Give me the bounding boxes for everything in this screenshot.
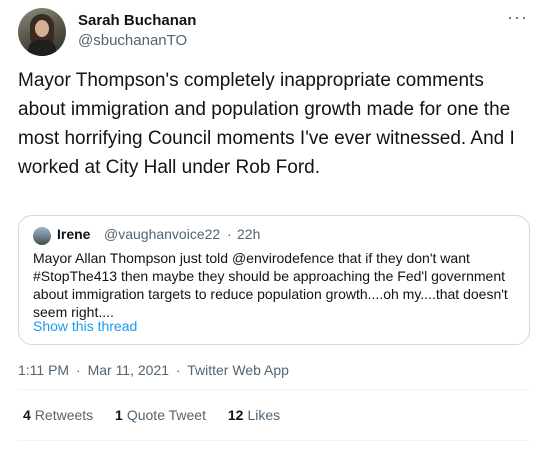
retweets-stat[interactable]: 4 Retweets xyxy=(23,407,93,423)
meta-separator: · xyxy=(175,362,181,378)
tweet-date[interactable]: Mar 11, 2021 xyxy=(88,362,169,378)
likes-stat[interactable]: 12 Likes xyxy=(228,407,280,423)
quotes-count: 1 xyxy=(115,407,123,423)
show-thread-link[interactable]: Show this thread xyxy=(33,318,137,334)
quoted-author-name: Irene xyxy=(57,226,91,242)
author-name[interactable]: Sarah Buchanan xyxy=(78,12,196,29)
tweet-meta: 1:11 PM · Mar 11, 2021 · Twitter Web App xyxy=(18,362,292,378)
likes-count: 12 xyxy=(227,407,244,423)
avatar-body xyxy=(28,40,56,56)
engagement-stats: 4 Retweets 1 Quote Tweet 12 Likes xyxy=(23,407,298,423)
tweet-text: Mayor Thompson's completely inappropriat… xyxy=(18,70,515,178)
retweets-count: 4 xyxy=(23,407,31,423)
tweet-source[interactable]: Twitter Web App xyxy=(187,362,289,378)
avatar-face xyxy=(35,20,49,37)
tweet: Sarah Buchanan @sbuchananTO ··· Mayor Th… xyxy=(0,0,550,450)
author-handle[interactable]: @sbuchananTO xyxy=(78,32,187,49)
meta-separator: · xyxy=(76,362,81,378)
tweet-time[interactable]: 1:11 PM xyxy=(18,362,69,378)
quote-tweets-stat[interactable]: 1 Quote Tweet xyxy=(115,407,206,423)
quoted-timestamp[interactable]: 22h xyxy=(237,226,260,242)
divider xyxy=(18,389,530,390)
likes-label: Likes xyxy=(247,407,281,423)
retweets-label: Retweets xyxy=(34,407,94,423)
quoted-tweet[interactable]: Irene @vaughanvoice22 · 22h Mayor Allan … xyxy=(18,215,530,345)
more-options-icon[interactable]: ··· xyxy=(507,8,528,26)
quoted-author-handle: @vaughanvoice22 xyxy=(104,226,221,242)
quoted-tweet-text: Mayor Allan Thompson just told @envirode… xyxy=(33,250,508,320)
quotes-label: Quote Tweet xyxy=(126,407,206,423)
quoted-author-avatar xyxy=(33,227,51,245)
author-avatar[interactable] xyxy=(18,8,66,56)
quoted-separator: · xyxy=(227,226,232,242)
divider xyxy=(18,440,530,441)
